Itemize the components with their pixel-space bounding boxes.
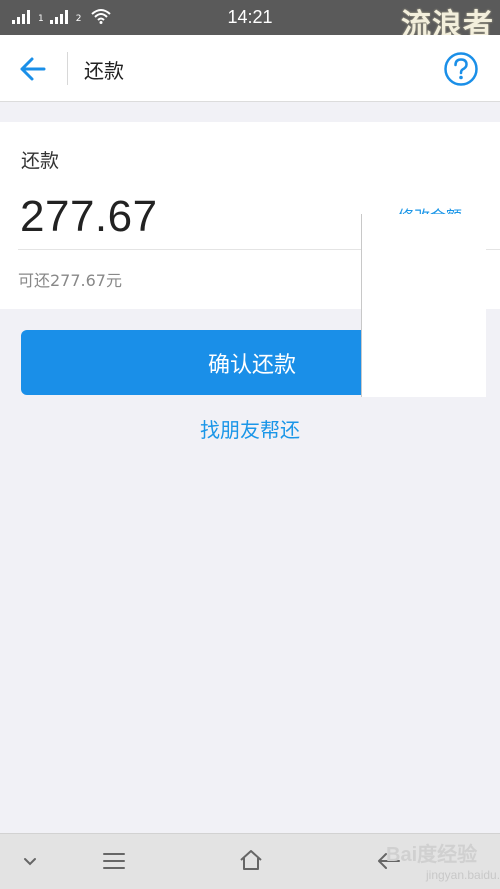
home-button[interactable] [238,848,264,876]
page-title: 还款 [84,59,124,83]
watermark-logo: Bai度经验 jingyan.baidu.com [386,838,500,882]
chevron-down-icon [24,858,36,866]
arrow-left-icon [20,57,46,81]
question-circle-icon [444,52,478,86]
watermark-text: Bai度经验 [386,844,478,866]
overlay-panel [361,214,486,397]
menu-button[interactable] [102,851,126,875]
repay-label: 还款 [21,150,60,172]
available-amount-text: 可还277.67元 [18,271,122,290]
header-divider [67,52,68,85]
home-icon [240,850,262,870]
collapse-button[interactable] [22,852,38,871]
help-button[interactable] [443,51,479,87]
ask-friend-link[interactable]: 找朋友帮还 [0,414,500,443]
app-header: 还款 [0,35,500,102]
amount-input[interactable]: 277.67 [20,192,158,242]
status-bar: 1 2 14:21 流浪者 [0,0,500,43]
back-button[interactable] [18,55,48,83]
menu-icon [103,853,125,869]
watermark-subtext: jingyan.baidu.com [426,868,500,882]
